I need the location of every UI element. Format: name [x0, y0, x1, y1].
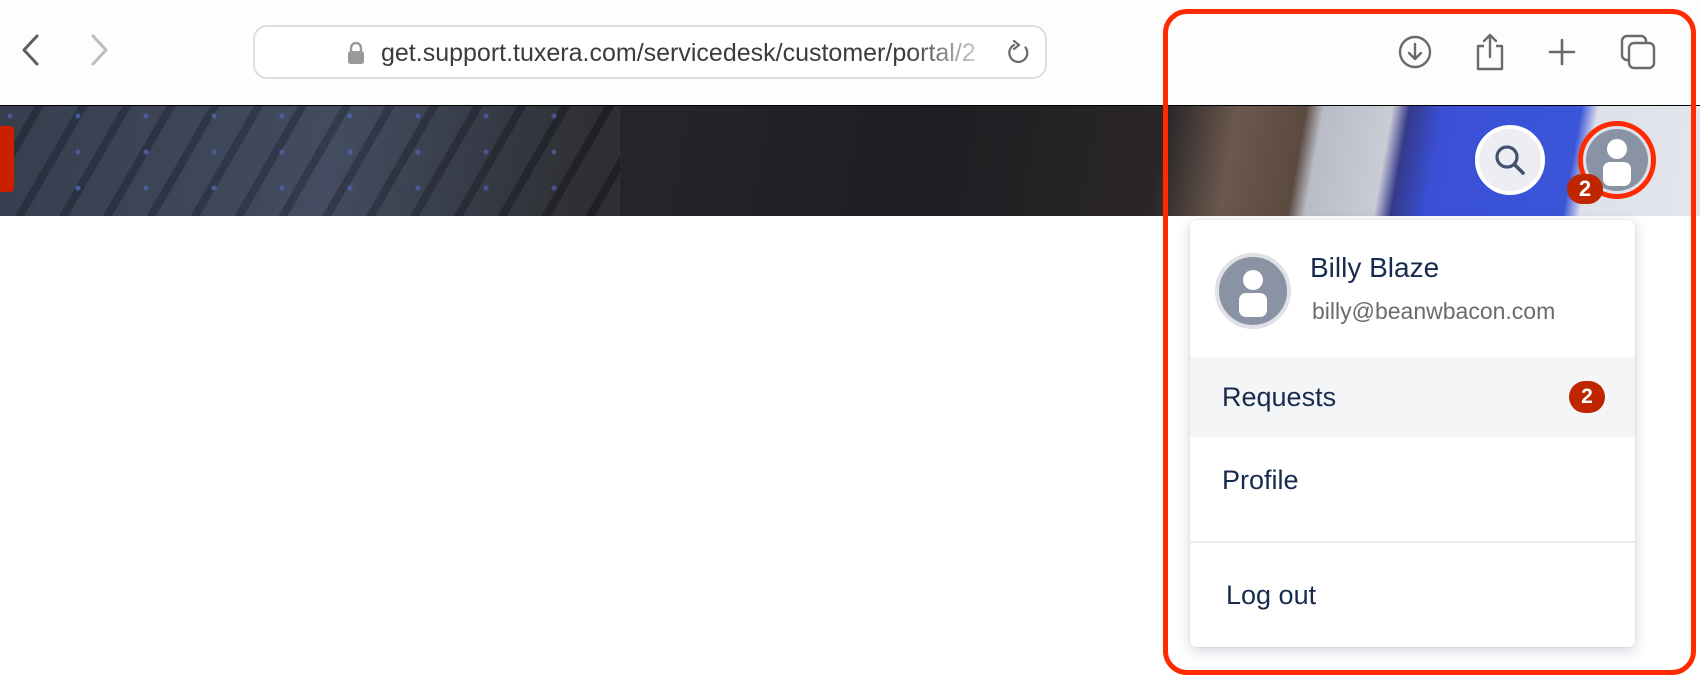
menu-item-log-out[interactable]: Log out [1190, 543, 1635, 647]
menu-item-label: Requests [1222, 381, 1337, 412]
menu-item-requests[interactable]: Requests 2 [1190, 357, 1635, 437]
tab-overview-button[interactable] [1616, 30, 1660, 74]
user-info: Billy Blaze billy@beanwbacon.com [1190, 220, 1635, 357]
url-text[interactable]: get.support.tuxera.com/servicedesk/custo… [381, 39, 1001, 68]
menu-item-label: Log out [1226, 579, 1317, 610]
requests-count-badge: 2 [1569, 381, 1605, 413]
tabs-overview-icon [1620, 34, 1656, 70]
user-name: Billy Blaze [1310, 252, 1440, 283]
keyboard-photo [0, 106, 620, 216]
search-icon [1495, 145, 1525, 175]
address-bar[interactable]: get.support.tuxera.com/servicedesk/custo… [253, 25, 1047, 79]
forward-button[interactable] [80, 30, 120, 70]
user-avatar-icon [1239, 270, 1267, 317]
header-banner-image [0, 105, 1700, 216]
chevron-right-icon [91, 34, 108, 66]
download-icon [1398, 35, 1432, 69]
avatar [1215, 253, 1291, 329]
brand-accent-bar [0, 126, 14, 192]
menu-item-profile[interactable]: Profile [1190, 437, 1635, 541]
plus-icon [1548, 38, 1576, 66]
share-button[interactable] [1468, 30, 1512, 74]
search-button[interactable] [1475, 125, 1545, 195]
notification-badge: 2 [1567, 174, 1603, 204]
download-button[interactable] [1393, 30, 1437, 74]
back-button[interactable] [10, 30, 50, 70]
user-profile-menu: Billy Blaze billy@beanwbacon.com Request… [1190, 220, 1635, 647]
chevron-left-icon [22, 34, 39, 66]
share-icon [1476, 33, 1504, 71]
new-tab-button[interactable] [1540, 30, 1584, 74]
menu-item-label: Profile [1222, 465, 1299, 495]
user-email: billy@beanwbacon.com [1312, 298, 1556, 324]
browser-toolbar: get.support.tuxera.com/servicedesk/custo… [0, 0, 1700, 105]
reload-icon[interactable] [1005, 39, 1033, 67]
lock-icon [348, 41, 364, 64]
